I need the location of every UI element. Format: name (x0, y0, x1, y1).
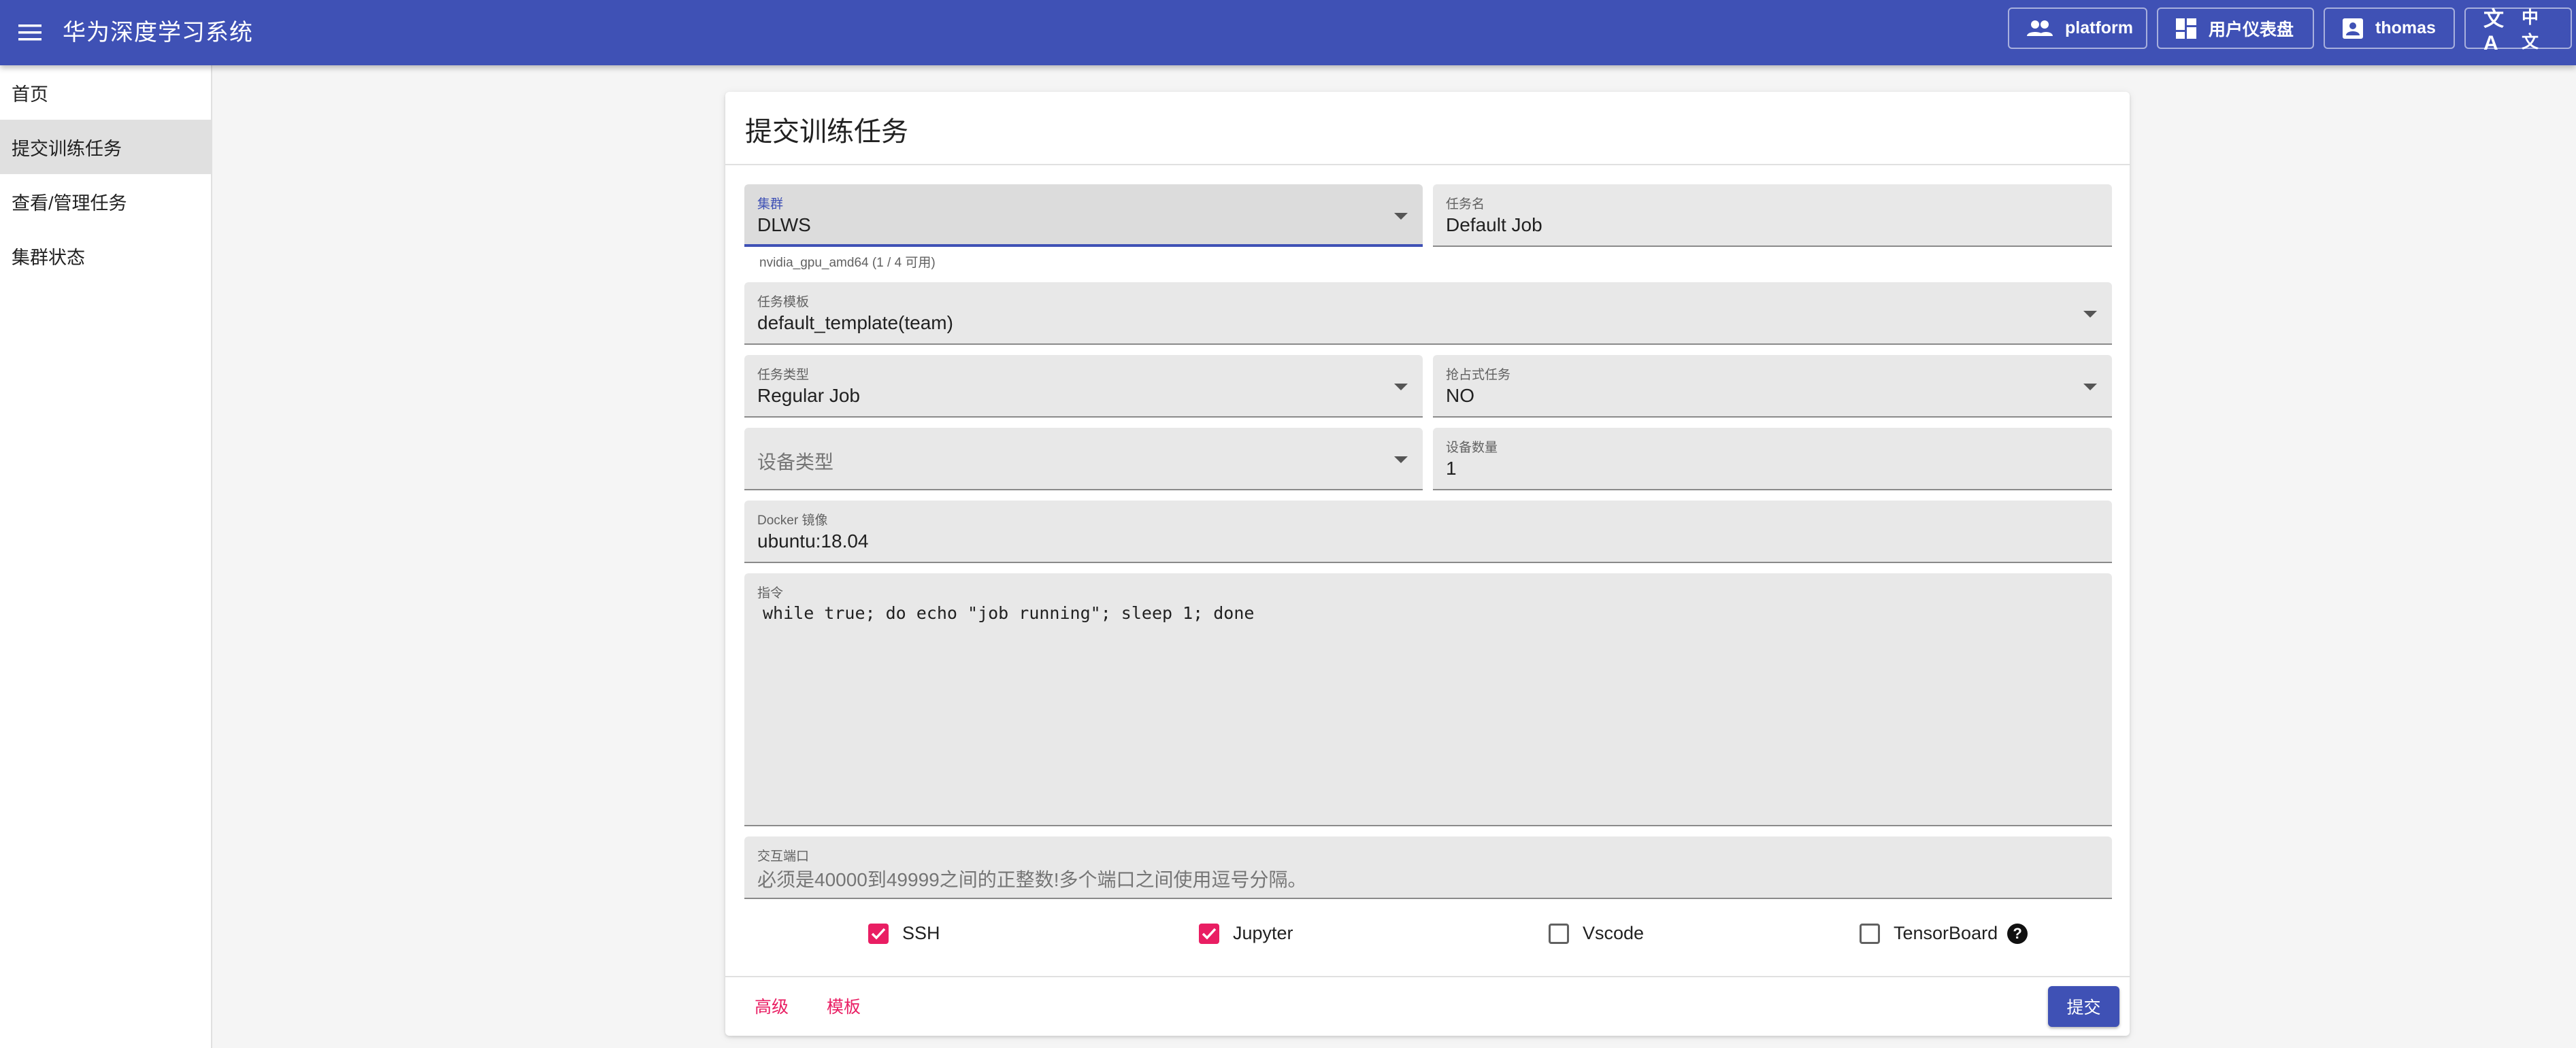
platform-label: platform (2065, 18, 2133, 37)
advanced-button[interactable]: 高级 (755, 994, 789, 1018)
command-label: 指令 (757, 586, 784, 601)
divider (725, 164, 2130, 165)
page-title: 提交训练任务 (745, 117, 908, 147)
job-name-value: Default Job (1446, 214, 1542, 235)
user-dashboard-button[interactable]: 用户仪表盘 (2157, 7, 2314, 49)
job-type-select[interactable]: 任务类型 Regular Job (744, 355, 1423, 418)
job-name-label: 任务名 (1446, 197, 1485, 212)
cluster-value: DLWS (757, 214, 811, 235)
command-textarea[interactable]: 指令 while true; do echo "job running"; sl… (744, 573, 2112, 826)
chevron-down-icon (2083, 384, 2097, 390)
dashboard-icon (2176, 18, 2196, 39)
interactive-ports-placeholder: 必须是40000到49999之间的正整数!多个端口之间使用逗号分隔。 (757, 869, 1307, 890)
sidebar-item-submit-job[interactable]: 提交训练任务 (0, 120, 211, 174)
platform-button[interactable]: platform (2008, 7, 2147, 49)
tensorboard-checkbox[interactable]: TensorBoard ? (1860, 923, 2028, 944)
app-bar: 华为深度学习系统 platform 用户仪表盘 thomas 文A 中文 (0, 0, 2576, 65)
preemptible-label: 抢占式任务 (1446, 368, 1511, 382)
username-label: thomas (2375, 18, 2436, 37)
device-type-select[interactable]: 设备类型 (744, 428, 1423, 490)
chevron-down-icon (1394, 384, 1408, 390)
app-title: 华为深度学习系统 (63, 20, 253, 46)
docker-image-field[interactable]: Docker 镜像 ubuntu:18.04 (744, 501, 2112, 563)
command-value: while true; do echo "job running"; sleep… (763, 603, 1255, 623)
checkbox-checked-icon (1199, 923, 1219, 944)
translate-icon: 文A (2483, 7, 2504, 54)
tensorboard-label: TensorBoard (1894, 923, 1998, 943)
cluster-helper-text: nvidia_gpu_amd64 (1 / 4 可用) (759, 256, 936, 270)
account-box-icon (2343, 18, 2363, 39)
docker-image-label: Docker 镜像 (757, 513, 828, 528)
sidebar: 首页 提交训练任务 查看/管理任务 集群状态 (0, 65, 212, 1048)
preemptible-select[interactable]: 抢占式任务 NO (1433, 355, 2112, 418)
language-label: 中文 (2522, 7, 2539, 52)
job-type-value: Regular Job (757, 385, 860, 406)
vscode-label: Vscode (1583, 923, 1645, 943)
job-name-field[interactable]: 任务名 Default Job (1433, 184, 2112, 247)
job-template-select[interactable]: 任务模板 default_template(team) (744, 282, 2112, 345)
device-count-value: 1 (1446, 458, 1457, 479)
language-button[interactable]: 文A 中文 (2464, 7, 2572, 54)
sidebar-item-manage-jobs[interactable]: 查看/管理任务 (0, 174, 211, 229)
user-account-button[interactable]: thomas (2324, 7, 2455, 49)
interactive-ports-label: 交互端口 (757, 849, 810, 864)
template-button[interactable]: 模板 (827, 994, 861, 1018)
checkbox-unchecked-icon (1860, 923, 1880, 944)
device-count-label: 设备数量 (1446, 441, 1498, 455)
ssh-label: SSH (902, 923, 940, 943)
people-icon (2027, 20, 2053, 36)
divider (725, 976, 2130, 977)
checkbox-unchecked-icon (1549, 923, 1569, 944)
submit-job-card: 提交训练任务 集群 DLWS nvidia_gpu_amd64 (1 / 4 可… (725, 92, 2130, 1036)
vscode-checkbox[interactable]: Vscode (1549, 923, 1644, 944)
help-icon[interactable]: ? (2007, 923, 2028, 944)
device-type-placeholder: 设备类型 (757, 452, 834, 473)
jupyter-label: Jupyter (1233, 923, 1293, 943)
job-template-label: 任务模板 (757, 295, 810, 309)
job-template-value: default_template(team) (757, 312, 953, 333)
user-dashboard-label: 用户仪表盘 (2209, 20, 2294, 39)
interactive-ports-field[interactable]: 交互端口 必须是40000到49999之间的正整数!多个端口之间使用逗号分隔。 (744, 836, 2112, 899)
docker-image-value: ubuntu:18.04 (757, 530, 869, 552)
preemptible-value: NO (1446, 385, 1474, 406)
job-type-label: 任务类型 (757, 368, 810, 382)
device-count-field[interactable]: 设备数量 1 (1433, 428, 2112, 490)
sidebar-item-home[interactable]: 首页 (0, 65, 211, 120)
menu-icon[interactable] (10, 12, 50, 53)
submit-button[interactable]: 提交 (2048, 986, 2119, 1027)
jupyter-checkbox[interactable]: Jupyter (1199, 923, 1293, 944)
cluster-label: 集群 (757, 197, 784, 212)
cluster-select[interactable]: 集群 DLWS (744, 184, 1423, 247)
ssh-checkbox[interactable]: SSH (868, 923, 940, 944)
sidebar-item-cluster-status[interactable]: 集群状态 (0, 229, 211, 283)
chevron-down-icon (1394, 456, 1408, 463)
chevron-down-icon (1394, 213, 1408, 220)
chevron-down-icon (2083, 311, 2097, 318)
checkbox-checked-icon (868, 923, 889, 944)
